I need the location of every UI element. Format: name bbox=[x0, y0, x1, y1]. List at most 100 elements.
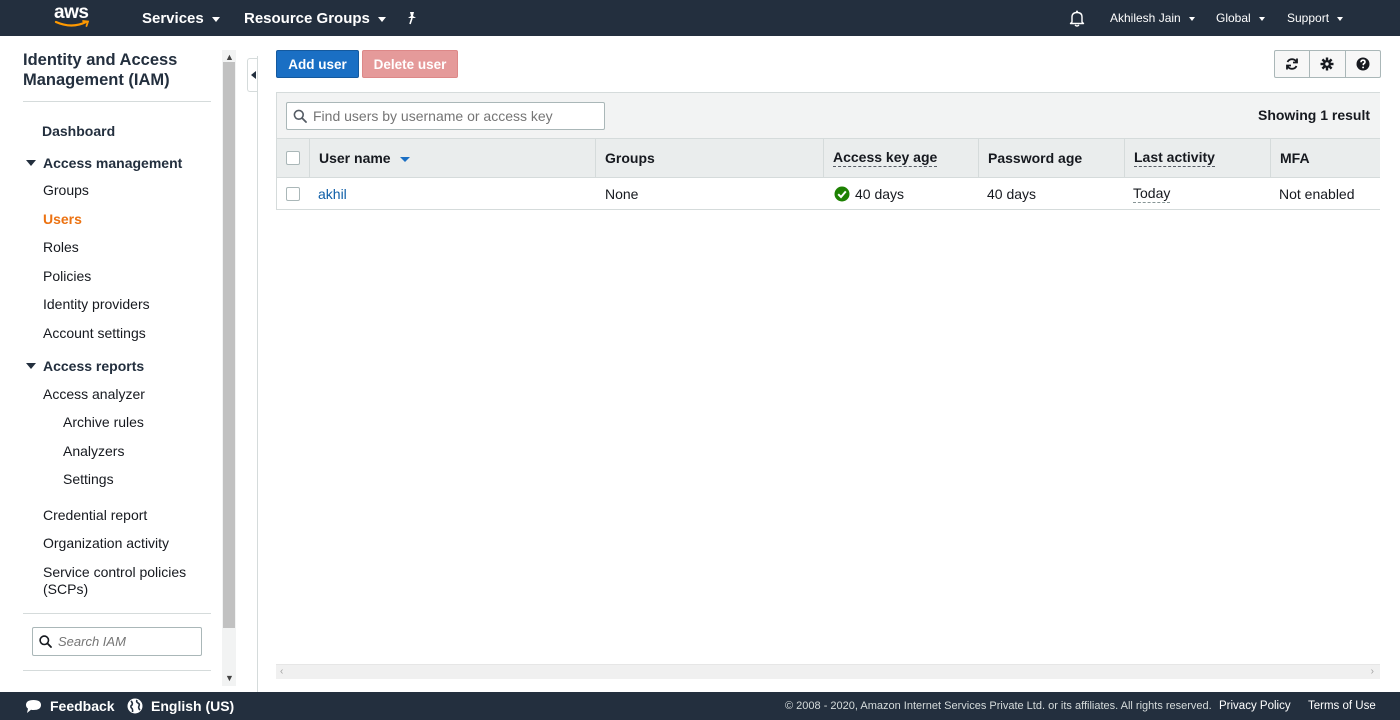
chevron-down-icon bbox=[1258, 17, 1265, 21]
divider bbox=[23, 670, 211, 671]
table-toolbar: Showing 1 result bbox=[277, 93, 1380, 139]
table-row[interactable]: akhil None 40 days 40 days Today Not ena… bbox=[277, 178, 1380, 210]
sidebar-title: Identity and Access Management (IAM) bbox=[23, 51, 178, 89]
sidebar-item-dashboard[interactable]: Dashboard bbox=[42, 123, 115, 140]
caret-left-icon bbox=[250, 71, 256, 79]
sidebar-item-analyzers[interactable]: Analyzers bbox=[63, 443, 124, 460]
cell-groups: None bbox=[605, 185, 639, 202]
select-all-checkbox[interactable] bbox=[286, 151, 300, 165]
aws-smile-icon bbox=[54, 20, 90, 27]
column-header-password-age[interactable]: Password age bbox=[979, 139, 1125, 177]
footer: Feedback English (US) © 2008 - 2020, Ama… bbox=[0, 692, 1400, 720]
account-name: Akhilesh Jain bbox=[1110, 11, 1181, 25]
divider bbox=[257, 56, 258, 692]
horizontal-scrollbar[interactable]: ‹ › bbox=[276, 664, 1380, 679]
scrollbar-thumb[interactable] bbox=[223, 62, 235, 628]
result-count: Showing 1 result bbox=[1257, 107, 1370, 123]
column-header-access-key-age[interactable]: Access key age bbox=[824, 139, 979, 177]
account-menu[interactable]: Akhilesh Jain bbox=[1110, 0, 1195, 36]
sidebar-item-account-settings[interactable]: Account settings bbox=[43, 325, 146, 342]
top-navigation: aws Services Resource Groups Akhilesh Ja… bbox=[0, 0, 1400, 36]
check-circle-icon bbox=[834, 186, 850, 201]
refresh-button[interactable] bbox=[1275, 51, 1311, 77]
resource-groups-label: Resource Groups bbox=[244, 9, 370, 27]
support-menu[interactable]: Support bbox=[1287, 0, 1344, 36]
row-select-cell bbox=[277, 178, 310, 209]
sidebar-item-users[interactable]: Users bbox=[43, 211, 82, 228]
search-iam-field[interactable] bbox=[32, 627, 202, 656]
services-label: Services bbox=[142, 9, 204, 27]
help-icon bbox=[1356, 57, 1370, 71]
column-label: MFA bbox=[1280, 150, 1310, 166]
cell-mfa: Not enabled bbox=[1279, 185, 1355, 202]
help-button[interactable] bbox=[1346, 51, 1380, 77]
column-header-groups[interactable]: Groups bbox=[596, 139, 824, 177]
table-header: User name Groups Access key age Password… bbox=[277, 139, 1380, 178]
privacy-policy-link[interactable]: Privacy Policy bbox=[1219, 692, 1291, 720]
sidebar-item-archive-rules[interactable]: Archive rules bbox=[63, 414, 144, 431]
sidebar: Identity and Access Management (IAM) Das… bbox=[0, 36, 236, 692]
find-users-input[interactable] bbox=[313, 108, 603, 124]
sidebar-item-credential-report[interactable]: Credential report bbox=[43, 507, 147, 524]
sidebar-item-roles[interactable]: Roles bbox=[43, 239, 79, 256]
scroll-left-icon[interactable]: ‹ bbox=[280, 666, 283, 677]
scroll-up-icon[interactable]: ▲ bbox=[225, 53, 234, 62]
scroll-down-icon[interactable]: ▼ bbox=[225, 674, 234, 683]
column-header-mfa[interactable]: MFA bbox=[1271, 139, 1380, 177]
pin-button[interactable] bbox=[405, 0, 419, 36]
section-label: Access reports bbox=[43, 358, 145, 374]
chevron-down-icon bbox=[211, 16, 220, 22]
sidebar-item-identity-providers[interactable]: Identity providers bbox=[43, 296, 150, 313]
sidebar-scrollbar[interactable]: ▲ ▼ bbox=[222, 50, 236, 686]
delete-user-button[interactable]: Delete user bbox=[362, 50, 458, 78]
column-label: Groups bbox=[605, 150, 655, 166]
user-link[interactable]: akhil bbox=[318, 186, 347, 202]
section-access-management[interactable]: Access management bbox=[26, 155, 182, 171]
section-label: Access management bbox=[43, 155, 183, 171]
last-activity-value: Today bbox=[1133, 184, 1171, 203]
resource-groups-menu[interactable]: Resource Groups bbox=[244, 0, 386, 36]
gear-icon bbox=[1320, 57, 1334, 71]
copyright-text: © 2008 - 2020, Amazon Internet Services … bbox=[785, 700, 1212, 712]
services-menu[interactable]: Services bbox=[142, 0, 220, 36]
language-selector[interactable]: English (US) bbox=[127, 692, 234, 720]
caret-down-icon bbox=[26, 160, 36, 166]
column-label: User name bbox=[319, 150, 391, 166]
divider bbox=[23, 101, 211, 102]
caret-down-icon bbox=[26, 363, 36, 369]
divider bbox=[23, 613, 211, 614]
sort-descending-icon bbox=[399, 156, 410, 162]
sidebar-item-organization-activity[interactable]: Organization activity bbox=[43, 535, 169, 552]
feedback-label: Feedback bbox=[50, 698, 115, 714]
section-access-reports[interactable]: Access reports bbox=[26, 358, 144, 374]
sidebar-item-access-analyzer[interactable]: Access analyzer bbox=[43, 386, 145, 403]
sidebar-item-analyzer-settings[interactable]: Settings bbox=[63, 471, 114, 488]
column-label: Last activity bbox=[1134, 149, 1215, 167]
sidebar-item-scps[interactable]: Service control policies (SCPs) bbox=[43, 564, 203, 598]
refresh-icon bbox=[1286, 58, 1299, 70]
add-user-button[interactable]: Add user bbox=[276, 50, 359, 78]
terms-of-use-link[interactable]: Terms of Use bbox=[1308, 692, 1376, 720]
table-actions bbox=[1274, 50, 1381, 78]
search-iam-input[interactable] bbox=[58, 634, 198, 649]
column-label: Access key age bbox=[833, 149, 938, 167]
feedback-button[interactable]: Feedback bbox=[25, 692, 115, 720]
column-header-last-activity[interactable]: Last activity bbox=[1125, 139, 1271, 177]
star-pin-icon bbox=[408, 12, 416, 25]
search-icon bbox=[293, 109, 307, 123]
settings-button[interactable] bbox=[1310, 51, 1346, 77]
users-table: Showing 1 result User name Groups Access… bbox=[276, 92, 1380, 210]
sidebar-item-groups[interactable]: Groups bbox=[43, 182, 89, 199]
aws-logo[interactable]: aws bbox=[54, 3, 94, 30]
cell-user-name: akhil bbox=[309, 178, 595, 209]
sidebar-item-policies[interactable]: Policies bbox=[43, 268, 91, 285]
scroll-right-icon[interactable]: › bbox=[1371, 666, 1374, 677]
region-menu[interactable]: Global bbox=[1216, 0, 1265, 36]
bell-icon bbox=[1069, 10, 1085, 27]
column-header-user-name[interactable]: User name bbox=[310, 139, 596, 177]
find-users-field[interactable] bbox=[286, 102, 605, 130]
notifications-button[interactable] bbox=[1069, 0, 1085, 36]
language-label: English (US) bbox=[151, 698, 235, 714]
chevron-down-icon bbox=[1337, 17, 1344, 21]
row-checkbox[interactable] bbox=[286, 186, 300, 201]
